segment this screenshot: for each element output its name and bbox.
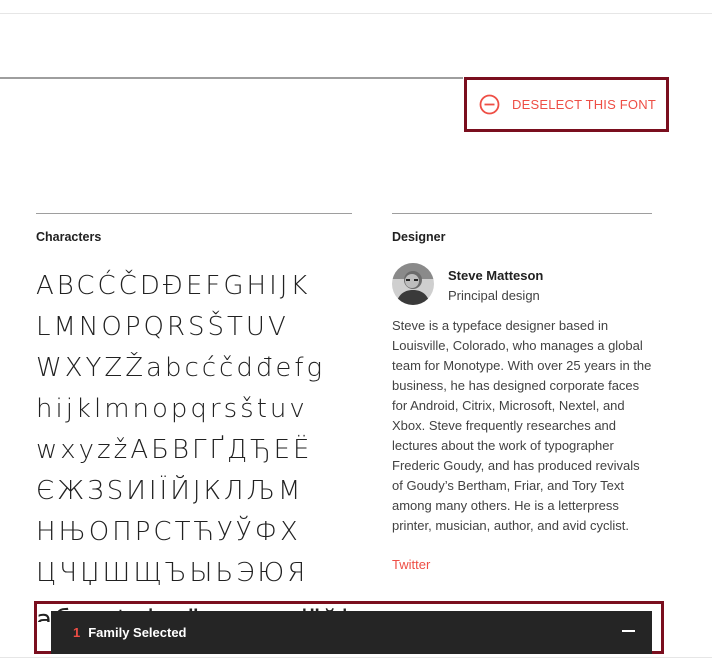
characters-divider (36, 213, 352, 214)
family-selected-label: Family Selected (88, 625, 187, 640)
character-line: WXYZŽabcćčdđefg (36, 353, 326, 383)
twitter-link[interactable]: Twitter (392, 557, 430, 572)
selected-count: 1 (73, 625, 81, 640)
designer-bio: Steve is a typeface designer based in Lo… (392, 318, 652, 533)
character-line: wxyzžАБВГҐДЂЕЁ (36, 435, 313, 465)
designer-meta: Steve Matteson Principal design (448, 263, 543, 303)
character-line: ABCĆČDĐEFGHIJK (36, 271, 311, 301)
selection-tray[interactable]: 1 Family Selected (51, 611, 652, 654)
designer-photo-icon (392, 263, 434, 305)
designer-section: Designer (392, 213, 652, 244)
character-line: ЄЖЗЅИІЇЙЈКЛЉМ (36, 476, 304, 506)
deselect-highlight: DESELECT THIS FONT (464, 77, 669, 132)
avatar (392, 263, 434, 305)
deselect-font-label: DESELECT THIS FONT (512, 97, 656, 112)
designer-divider (392, 213, 652, 214)
top-divider (0, 13, 712, 14)
minimize-icon[interactable] (622, 624, 636, 638)
characters-heading: Characters (36, 230, 102, 244)
deselect-font-button[interactable]: DESELECT THIS FONT (467, 80, 666, 129)
character-sample: ABCĆČDĐEFGHIJK LMNOPQRSŠTUV WXYZŽabcćčdđ… (36, 266, 352, 594)
designer-role: Principal design (448, 288, 540, 303)
character-line: НЊОПРСТЋУЎФХ (36, 517, 301, 547)
characters-section: Characters (36, 213, 352, 244)
bottom-divider (0, 657, 712, 658)
header-divider (0, 77, 463, 79)
character-line: ЦЧЏШЩЪЫЬЭЮЯ (36, 558, 309, 588)
designer-name: Steve Matteson (448, 268, 544, 283)
designer-card: Steve Matteson Principal design (392, 263, 543, 305)
character-line: hijklmnopqrsštuv (36, 394, 308, 424)
character-line: LMNOPQRSŠTUV (36, 312, 289, 342)
remove-circle-icon (479, 94, 500, 115)
designer-heading: Designer (392, 230, 446, 244)
